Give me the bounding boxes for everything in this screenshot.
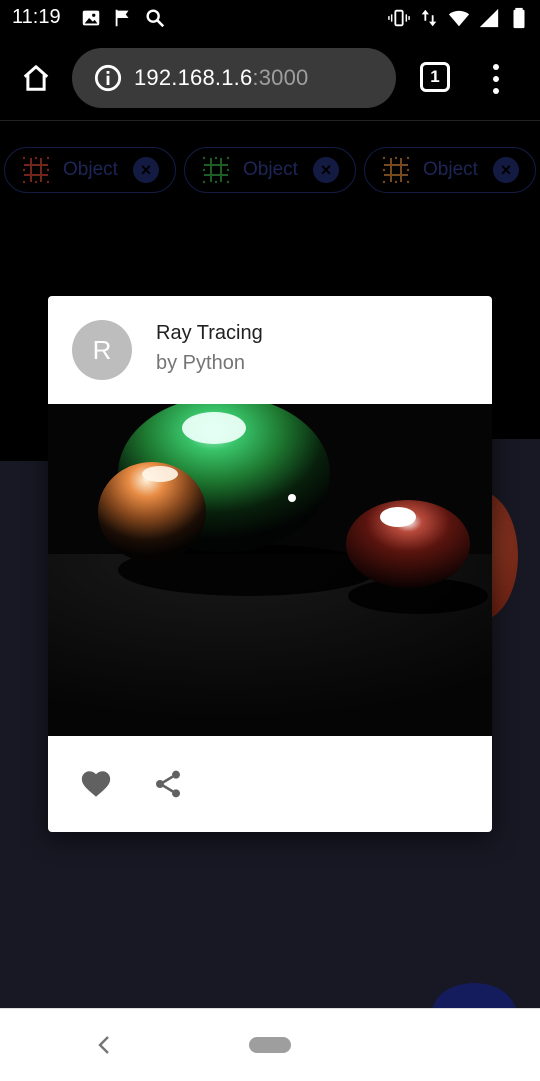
status-icons-right	[388, 7, 530, 29]
card-subtitle: by Python	[156, 352, 245, 374]
search-icon	[146, 9, 165, 28]
system-navigation-bar	[0, 1008, 540, 1081]
render-scene	[48, 404, 492, 736]
heart-icon	[81, 771, 111, 797]
project-card: R Ray Tracing by Python	[48, 296, 492, 832]
tab-switcher-button[interactable]: 1	[420, 62, 450, 92]
more-vert-icon[interactable]	[484, 64, 508, 94]
avatar-letter: R	[92, 334, 112, 365]
home-pill[interactable]	[249, 1037, 291, 1053]
ray-tracing-render-image	[48, 404, 492, 736]
signal-icon	[479, 8, 499, 28]
vibrate-icon	[388, 9, 410, 27]
url-text: 192.168.1.6:3000	[134, 65, 308, 91]
info-icon[interactable]	[94, 64, 122, 92]
status-time: 11:19	[12, 6, 61, 28]
url-bar[interactable]: 192.168.1.6:3000	[72, 48, 396, 108]
status-bar: 11:19	[0, 0, 540, 36]
tab-count: 1	[430, 67, 440, 86]
back-icon[interactable]	[92, 1031, 116, 1059]
image-icon	[82, 10, 100, 26]
home-button[interactable]	[14, 56, 58, 100]
card-title: Ray Tracing	[156, 322, 263, 344]
wifi-icon	[448, 10, 470, 27]
share-icon	[156, 770, 180, 798]
battery-icon	[513, 7, 525, 29]
like-button[interactable]	[78, 766, 114, 802]
url-port: :3000	[252, 65, 309, 90]
data-arrows-icon	[421, 9, 437, 27]
flag-icon	[115, 9, 129, 27]
url-host: 192.168.1.6	[134, 65, 253, 90]
share-button[interactable]	[150, 766, 186, 802]
status-icons-left	[80, 7, 166, 29]
card-actions	[48, 736, 492, 832]
avatar: R	[72, 320, 132, 380]
browser-toolbar: 192.168.1.6:3000 1	[0, 36, 540, 121]
card-header: R Ray Tracing by Python	[48, 296, 492, 404]
home-icon	[23, 65, 49, 91]
